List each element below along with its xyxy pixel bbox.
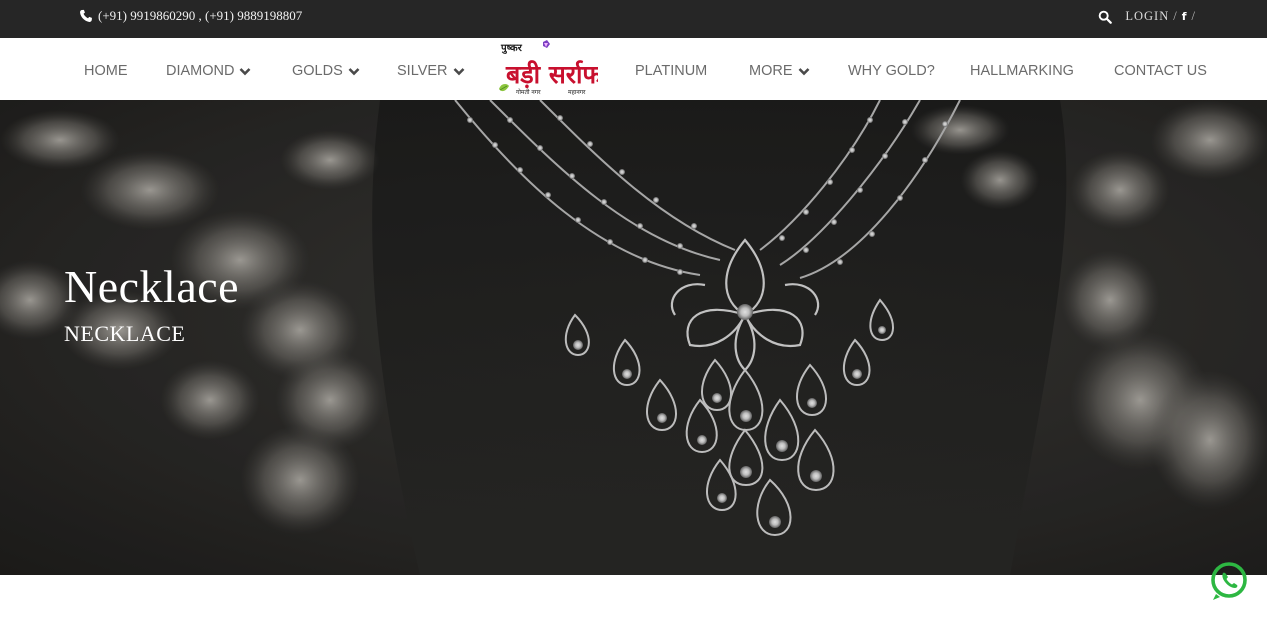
nav-item-platinum[interactable]: PLATINUM <box>635 63 707 79</box>
top-bar: (+91) 9919860290 , (+91) 9889198807 LOGI… <box>0 0 1267 38</box>
separator: / <box>1173 9 1178 23</box>
nav-item-label: GOLDS <box>292 63 343 79</box>
nav-item-label: HOME <box>84 63 128 79</box>
nav-item-silver[interactable]: SILVER <box>397 63 465 79</box>
logo-wordmark: बड़ी सर्राफ <box>505 60 598 89</box>
brand-logo[interactable]: पुष्कर बड़ी सर्राफ गोमती नगर महानगर <box>498 39 598 99</box>
whatsapp-icon[interactable] <box>1208 560 1250 602</box>
nav-item-label: WHY GOLD? <box>848 63 935 79</box>
login-link[interactable]: LOGIN <box>1125 9 1169 24</box>
phone-icon <box>80 9 92 22</box>
necklace-photo <box>0 100 1267 575</box>
nav-item-label: HALLMARKING <box>970 63 1074 79</box>
top-bar-actions: LOGIN / f / <box>1098 9 1200 24</box>
hero-banner: Necklace NECKLACE <box>0 100 1267 575</box>
facebook-icon[interactable]: f <box>1182 10 1188 23</box>
phone-contact[interactable]: (+91) 9919860290 , (+91) 9889198807 <box>79 8 302 24</box>
nav-item-diamond[interactable]: DIAMOND <box>166 63 251 79</box>
separator: / <box>1191 9 1196 23</box>
nav-item-golds[interactable]: GOLDS <box>292 63 360 79</box>
logo-location-left: गोमती नगर <box>516 88 541 96</box>
hero-title: Necklace <box>64 261 240 312</box>
nav-item-contact-us[interactable]: CONTACT US <box>1114 63 1207 79</box>
search-icon[interactable] <box>1098 10 1113 24</box>
nav-item-why-gold[interactable]: WHY GOLD? <box>848 63 935 79</box>
nav-item-more[interactable]: MORE <box>749 63 810 79</box>
hero-subtitle: NECKLACE <box>64 321 186 346</box>
nav-item-label: DIAMOND <box>166 63 235 79</box>
nav-item-label: MORE <box>749 63 793 79</box>
chevron-down-icon <box>348 67 360 75</box>
phone-numbers: (+91) 9919860290 , (+91) 9889198807 <box>98 8 303 23</box>
logo-tagline: पुष्कर <box>500 43 523 54</box>
chevron-down-icon <box>453 67 464 75</box>
nav-item-label: PLATINUM <box>635 63 708 79</box>
nav-item-home[interactable]: HOME <box>84 63 128 79</box>
nav-item-hallmarking[interactable]: HALLMARKING <box>970 63 1074 79</box>
chevron-down-icon <box>798 67 809 75</box>
chevron-down-icon <box>240 67 251 75</box>
main-nav: HOME DIAMOND GOLDS SILVER पुष्कर बड़ी सर… <box>0 38 1267 100</box>
nav-item-label: CONTACT US <box>1114 63 1207 79</box>
nav-item-label: SILVER <box>397 63 448 79</box>
logo-location-right: महानगर <box>568 89 586 96</box>
